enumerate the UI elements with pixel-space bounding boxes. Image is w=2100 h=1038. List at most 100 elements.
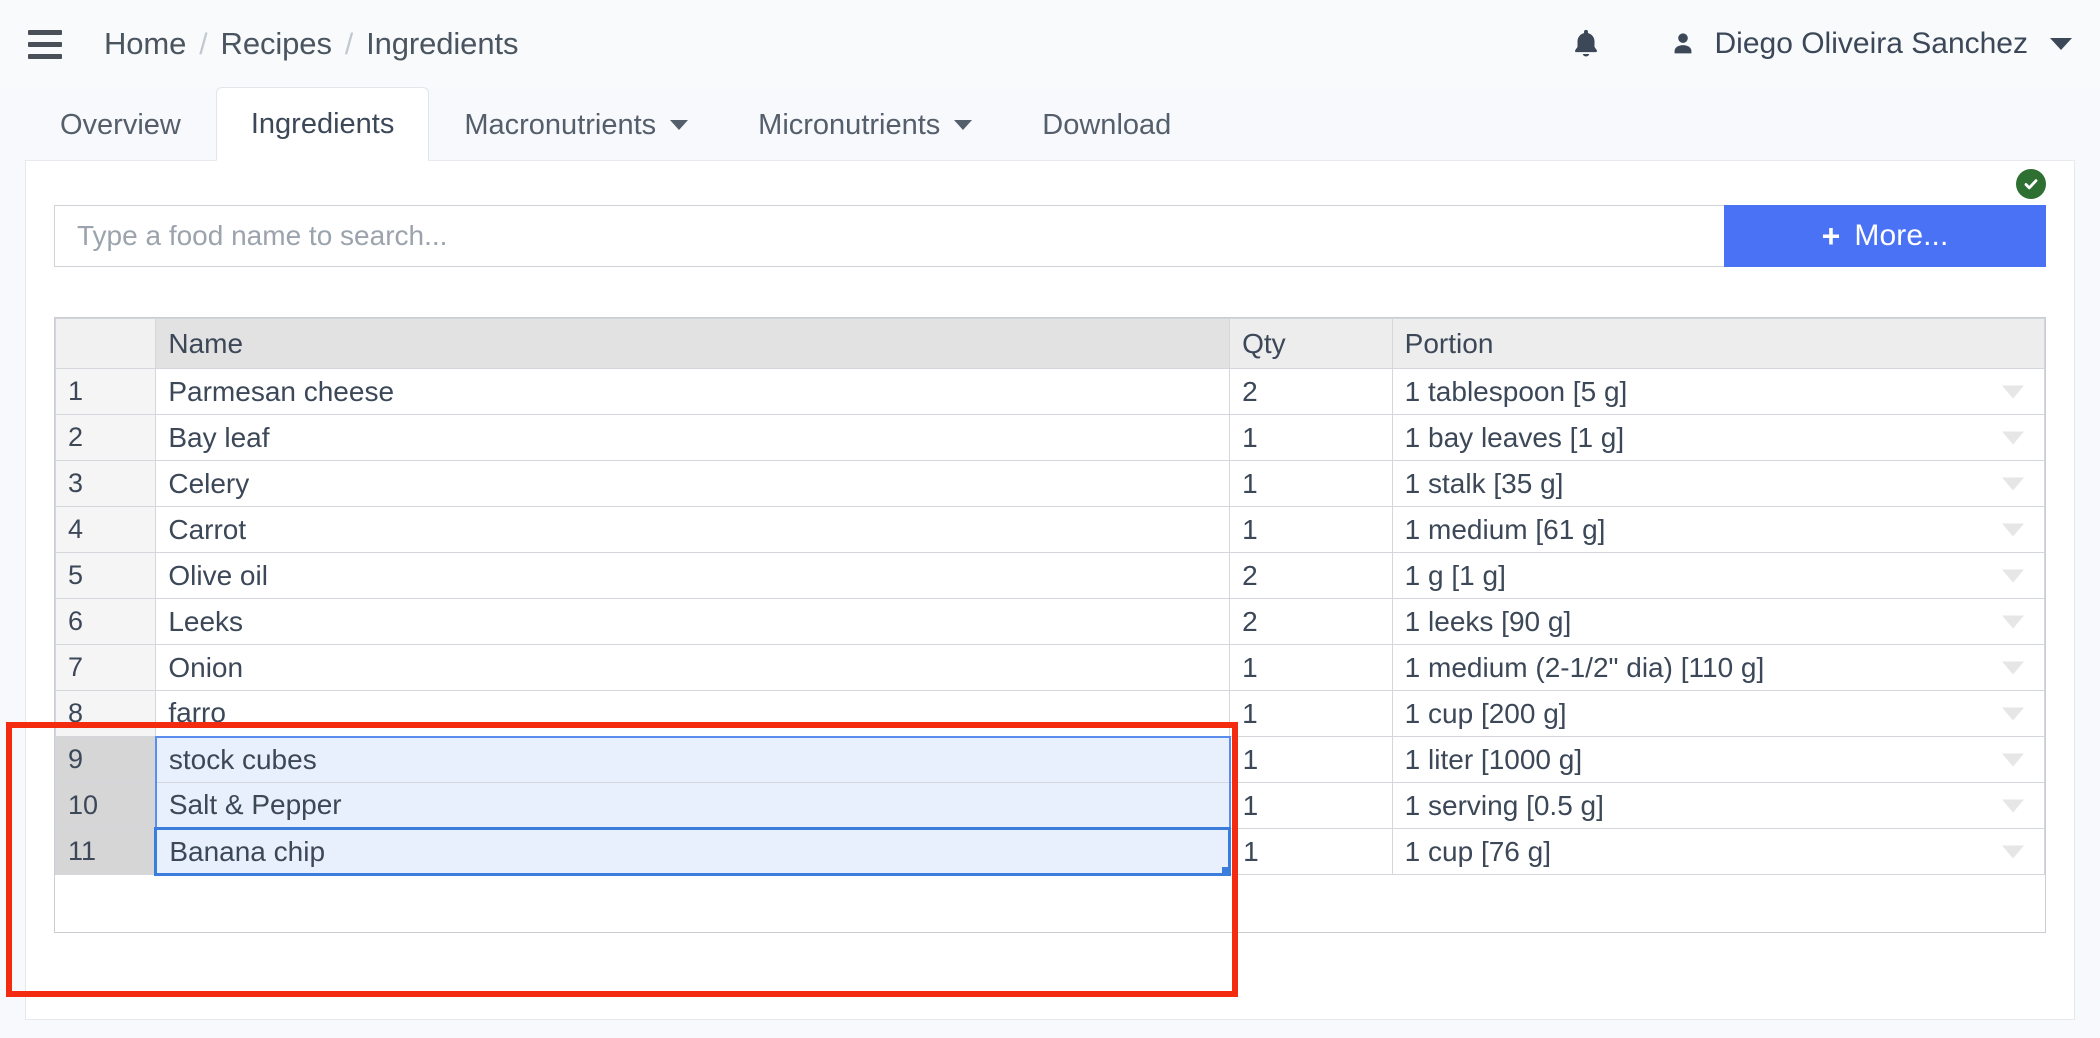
row-index-cell[interactable]: 9	[54, 736, 157, 783]
tab-overview-label: Overview	[60, 108, 181, 141]
qty-cell[interactable]: 1	[1229, 644, 1393, 691]
top-bar: Home / Recipes / Ingredients Diego Olive…	[0, 0, 2100, 88]
breadcrumb-item-home[interactable]: Home	[104, 26, 186, 62]
name-cell[interactable]: Carrot	[155, 506, 1231, 553]
qty-cell[interactable]: 1	[1229, 828, 1393, 875]
table-row[interactable]: 2 Bay leaf 1 1 bay leaves [1 g]	[54, 414, 2046, 461]
chevron-down-icon[interactable]	[2002, 569, 2024, 582]
qty-cell[interactable]: 1	[1229, 506, 1393, 553]
chevron-down-icon[interactable]	[2002, 799, 2024, 812]
row-index-cell[interactable]: 10	[54, 782, 157, 829]
bell-icon[interactable]	[1563, 21, 1609, 67]
qty-cell[interactable]: 1	[1229, 736, 1393, 783]
name-cell[interactable]: stock cubes	[154, 735, 1231, 783]
table-row[interactable]: 6 Leeks 2 1 leeks [90 g]	[54, 598, 2046, 645]
row-index-cell[interactable]: 5	[54, 552, 157, 599]
fill-handle[interactable]	[1222, 867, 1227, 872]
column-header-index[interactable]	[54, 318, 157, 369]
portion-cell[interactable]: 1 stalk [35 g]	[1391, 460, 2046, 507]
chevron-down-icon[interactable]	[2002, 661, 2024, 674]
search-input[interactable]	[54, 205, 1724, 267]
portion-cell[interactable]: 1 medium [61 g]	[1391, 506, 2046, 553]
chevron-down-icon[interactable]	[2002, 707, 2024, 720]
chevron-down-icon[interactable]	[2002, 523, 2024, 536]
table-row[interactable]: 9 stock cubes 1 1 liter [1000 g]	[54, 735, 2046, 783]
check-circle-icon	[2016, 169, 2046, 199]
row-index-cell[interactable]: 2	[54, 414, 157, 461]
portion-cell-text: 1 stalk [35 g]	[1404, 467, 1564, 499]
table-row[interactable]: 10 Salt & Pepper 1 1 serving [0.5 g]	[54, 782, 2046, 829]
top-bar-right: Diego Oliveira Sanchez	[1563, 21, 2072, 67]
tab-ingredients[interactable]: Ingredients	[215, 87, 430, 161]
row-index-cell[interactable]: 3	[54, 460, 157, 507]
name-cell[interactable]: Celery	[155, 460, 1231, 507]
chevron-down-icon[interactable]	[2050, 38, 2072, 50]
portion-cell[interactable]: 1 cup [200 g]	[1391, 690, 2046, 737]
content-panel: + More... Name Qty Portion 1Parmesan che…	[25, 160, 2075, 1020]
table-row[interactable]: 11 Banana chip 1 1 cup [76 g]	[54, 827, 2046, 876]
table-row[interactable]: 7 Onion 1 1 medium (2-1/2" dia) [110 g]	[54, 644, 2046, 691]
row-index-cell[interactable]: 7	[54, 644, 157, 691]
column-header-portion[interactable]: Portion	[1391, 318, 2046, 369]
tab-overview[interactable]: Overview	[25, 88, 216, 160]
chevron-down-icon[interactable]	[2002, 431, 2024, 444]
name-cell[interactable]: Onion	[155, 644, 1231, 691]
qty-cell[interactable]: 2	[1229, 368, 1393, 415]
portion-cell[interactable]: 1 leeks [90 g]	[1391, 598, 2046, 645]
portion-cell[interactable]: 1 serving [0.5 g]	[1391, 782, 2046, 829]
chevron-down-icon[interactable]	[2002, 615, 2024, 628]
row-index-cell[interactable]: 11	[54, 828, 157, 875]
tab-micronutrients-label: Micronutrients	[758, 108, 941, 141]
breadcrumb-item-ingredients[interactable]: Ingredients	[366, 26, 518, 62]
search-bar: + More...	[54, 205, 2046, 267]
qty-cell[interactable]: 2	[1229, 598, 1393, 645]
table-row[interactable]: 4 Carrot 1 1 medium [61 g]	[54, 506, 2046, 553]
user-menu[interactable]: Diego Oliveira Sanchez	[1669, 27, 2072, 61]
tab-download[interactable]: Download	[1007, 88, 1206, 160]
row-index-cell[interactable]: 8	[54, 690, 157, 737]
name-cell[interactable]: farro	[155, 690, 1231, 737]
table-row[interactable]: 5 Olive oil 2 1 g [1 g]	[54, 552, 2046, 599]
name-cell[interactable]: Leeks	[155, 598, 1231, 645]
name-cell[interactable]: Banana chip	[154, 827, 1232, 876]
column-header-name[interactable]: Name	[155, 318, 1231, 369]
row-index-cell[interactable]: 6	[54, 598, 157, 645]
row-index-cell[interactable]: 4	[54, 506, 157, 553]
tab-macronutrients[interactable]: Macronutrients	[429, 88, 723, 160]
table-body: 1 Parmesan cheese 2 1 tablespoon [5 g] 2 Bay …	[54, 368, 2046, 876]
name-cell[interactable]: Salt & Pepper	[154, 782, 1231, 829]
row-index-cell[interactable]: 1	[54, 368, 157, 415]
chevron-down-icon[interactable]	[2002, 477, 2024, 490]
chevron-down-icon[interactable]	[2002, 385, 2024, 398]
qty-cell[interactable]: 1	[1229, 414, 1393, 461]
portion-cell[interactable]: 1 bay leaves [1 g]	[1391, 414, 2046, 461]
portion-cell-text: 1 medium (2-1/2" dia) [110 g]	[1404, 651, 1765, 683]
user-name-label: Diego Oliveira Sanchez	[1714, 27, 2029, 60]
breadcrumb-separator: /	[344, 28, 354, 61]
column-header-qty[interactable]: Qty	[1229, 318, 1393, 369]
tab-macronutrients-label: Macronutrients	[464, 108, 657, 141]
table-row[interactable]: 1 Parmesan cheese 2 1 tablespoon [5 g]	[54, 368, 2046, 415]
name-cell[interactable]: Olive oil	[155, 552, 1231, 599]
portion-cell[interactable]: 1 cup [76 g]	[1391, 828, 2046, 875]
chevron-down-icon[interactable]	[2002, 753, 2024, 766]
portion-cell[interactable]: 1 tablespoon [5 g]	[1391, 368, 2046, 415]
more-button[interactable]: + More...	[1724, 205, 2046, 267]
table-header-row: Name Qty Portion	[54, 318, 2046, 369]
hamburger-icon[interactable]	[28, 25, 66, 63]
portion-cell[interactable]: 1 g [1 g]	[1391, 552, 2046, 599]
more-button-label: More...	[1854, 219, 1949, 252]
table-row[interactable]: 8 farro 1 1 cup [200 g]	[54, 690, 2046, 737]
breadcrumb-item-recipes[interactable]: Recipes	[221, 26, 332, 62]
portion-cell[interactable]: 1 medium (2-1/2" dia) [110 g]	[1391, 644, 2046, 691]
name-cell[interactable]: Parmesan cheese	[155, 368, 1231, 415]
qty-cell[interactable]: 2	[1229, 552, 1393, 599]
qty-cell[interactable]: 1	[1229, 460, 1393, 507]
tab-micronutrients[interactable]: Micronutrients	[723, 88, 1007, 160]
qty-cell[interactable]: 1	[1229, 690, 1393, 737]
portion-cell[interactable]: 1 liter [1000 g]	[1391, 736, 2046, 783]
table-row[interactable]: 3 Celery 1 1 stalk [35 g]	[54, 460, 2046, 507]
name-cell[interactable]: Bay leaf	[155, 414, 1231, 461]
chevron-down-icon[interactable]	[2002, 845, 2024, 858]
qty-cell[interactable]: 1	[1229, 782, 1393, 829]
